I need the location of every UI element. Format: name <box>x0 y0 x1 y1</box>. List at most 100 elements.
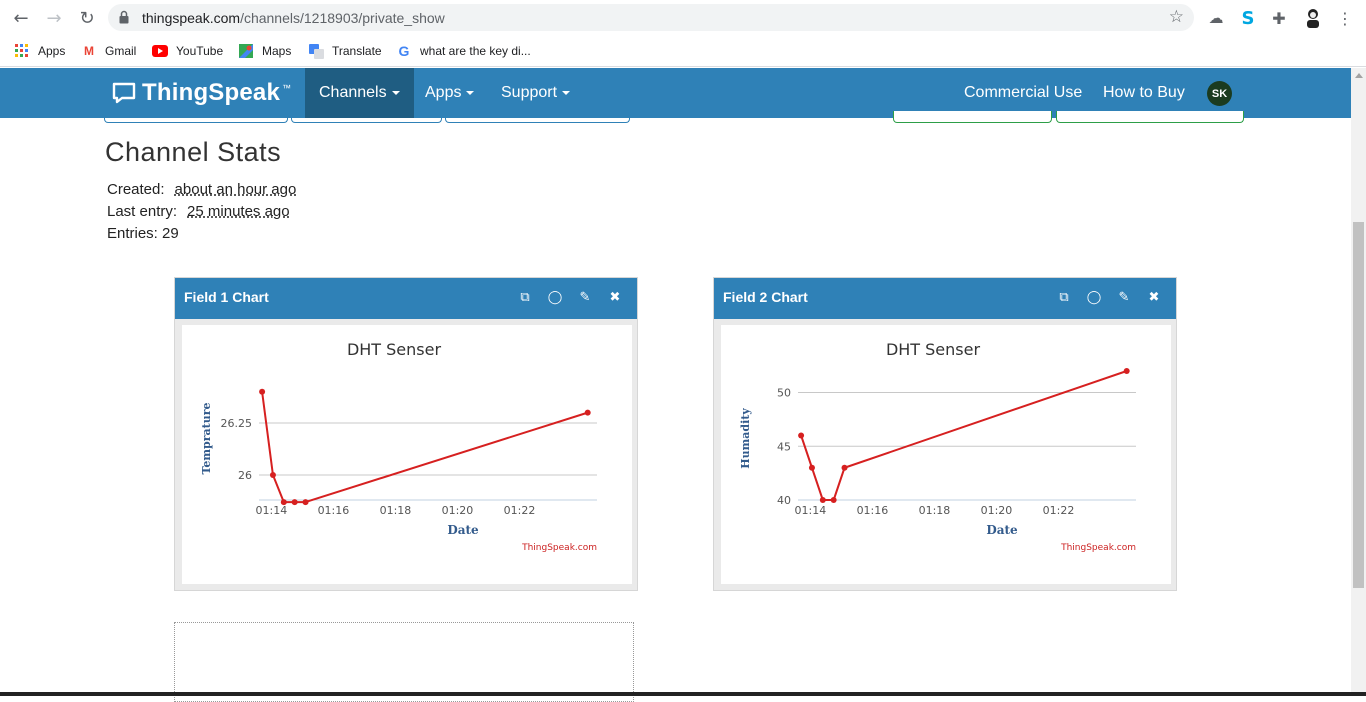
y-tick-label: 40 <box>777 494 791 507</box>
user-avatar[interactable]: SK <box>1207 81 1232 106</box>
x-tick-label: 01:20 <box>442 504 474 517</box>
y-axis-title: Temprature <box>200 402 213 474</box>
address-bar[interactable]: thingspeak.com/channels/1218903/private_… <box>108 4 1194 31</box>
field-2-chart-panel: Field 2 Chart ⧉ ◯ ✎ ✖ DHT Senser 40 45 50 01… <box>713 277 1177 591</box>
bookmark-label: Translate <box>332 44 382 58</box>
series-line <box>800 370 1128 501</box>
bookmark-google-search[interactable]: G what are the key di... <box>396 41 531 61</box>
data-point <box>798 432 805 439</box>
empty-chart-placeholder <box>174 622 634 702</box>
data-point <box>269 472 276 479</box>
partial-button[interactable] <box>445 111 630 123</box>
partial-button[interactable] <box>104 111 288 123</box>
bookmark-apps[interactable]: Apps <box>14 41 65 61</box>
bookmark-label: YouTube <box>176 44 224 58</box>
apps-grid-icon <box>14 43 30 59</box>
bookmark-translate[interactable]: Translate <box>308 41 382 61</box>
browser-menu-icon[interactable]: ⋮ <box>1334 7 1356 29</box>
bookmark-maps[interactable]: Maps <box>238 41 291 61</box>
x-axis-title: Date <box>447 523 479 537</box>
field-1-chart-panel: Field 1 Chart ⧉ ◯ ✎ ✖ DHT Senser 26 26.25 0… <box>174 277 638 591</box>
partial-green-button[interactable] <box>1056 111 1244 123</box>
chart-title: DHT Senser <box>886 340 981 359</box>
y-tick-label: 50 <box>777 387 791 400</box>
panel-header: Field 1 Chart ⧉ ◯ ✎ ✖ <box>175 278 637 319</box>
stat-entries: Entries: 29 <box>107 225 179 242</box>
data-point <box>808 464 815 471</box>
brand-trademark: ™ <box>282 83 292 93</box>
nav-support-label: Support <box>501 84 558 101</box>
panel-header: Field 2 Chart ⧉ ◯ ✎ ✖ <box>714 278 1176 319</box>
translate-icon <box>308 43 324 59</box>
external-link-icon[interactable]: ⧉ <box>1056 288 1072 306</box>
partial-green-button[interactable] <box>893 111 1052 123</box>
chart-credit: ThingSpeak.com <box>521 543 597 553</box>
nav-commercial-use-label: Commercial Use <box>964 84 1083 101</box>
forward-arrow-icon[interactable]: → <box>42 6 66 30</box>
stat-last-entry-label: Last entry: <box>107 203 178 220</box>
close-icon[interactable]: ✖ <box>1146 288 1162 306</box>
nav-apps-label: Apps <box>425 84 462 101</box>
stat-created-label: Created: <box>107 181 165 198</box>
x-axis-title: Date <box>986 523 1018 537</box>
field-1-chart: DHT Senser 26 26.25 01:14 01:16 01:18 01:20 01:… <box>200 340 597 553</box>
chart-title: DHT Senser <box>347 340 442 359</box>
lock-icon <box>119 10 129 24</box>
scrollbar-thumb[interactable] <box>1353 222 1364 588</box>
channel-stats-title: Channel Stats <box>105 137 282 167</box>
dropdown-caret-icon <box>466 91 475 95</box>
stat-created: Created: about an hour ago <box>107 181 296 198</box>
browser-toolbar: ← → ↻ thingspeak.com/channels/1218903/pr… <box>0 0 1366 35</box>
series-line <box>261 391 588 504</box>
x-tick-label: 01:16 <box>318 504 350 517</box>
y-axis-title: Humadity <box>739 408 752 469</box>
nav-channels-label: Channels <box>319 84 387 101</box>
brand-name: ThingSpeak <box>142 79 281 106</box>
data-point <box>830 497 837 503</box>
data-point <box>291 499 298 506</box>
panel-title: Field 1 Chart <box>184 289 269 305</box>
data-point <box>841 464 848 471</box>
panel-title: Field 2 Chart <box>723 289 808 305</box>
x-tick-label: 01:16 <box>857 504 889 517</box>
x-tick-label: 01:14 <box>256 504 288 517</box>
bookmark-youtube[interactable]: YouTube <box>152 41 223 61</box>
extension-s-icon[interactable]: S <box>1237 7 1259 29</box>
bookmark-gmail[interactable]: M Gmail <box>81 41 136 61</box>
external-link-icon[interactable]: ⧉ <box>517 288 533 306</box>
chart-area: DHT Senser 40 45 50 01:14 01:16 01:18 01:20 01:2… <box>721 325 1171 584</box>
x-tick-label: 01:22 <box>1043 504 1075 517</box>
edit-pencil-icon[interactable]: ✎ <box>577 288 593 306</box>
bookmark-star-icon[interactable]: ☆ <box>1169 7 1184 27</box>
bookmark-label: Apps <box>38 44 66 58</box>
data-point <box>259 388 266 395</box>
partial-button[interactable] <box>291 111 442 123</box>
gmail-icon: M <box>84 44 94 58</box>
extension-cloud-icon[interactable]: ☁ <box>1205 7 1227 29</box>
comment-icon[interactable]: ◯ <box>1086 288 1102 306</box>
data-point <box>584 409 591 416</box>
dropdown-caret-icon <box>562 91 571 95</box>
close-icon[interactable]: ✖ <box>607 288 623 306</box>
comment-icon[interactable]: ◯ <box>547 288 563 306</box>
page-scrollbar[interactable] <box>1351 68 1366 696</box>
data-point <box>819 497 826 503</box>
profile-avatar-icon[interactable] <box>1302 7 1324 29</box>
chart-area: DHT Senser 26 26.25 01:14 01:16 01:18 01:20 01:… <box>182 325 632 584</box>
speech-bubble-logo-icon <box>112 82 136 104</box>
y-tick-label: 45 <box>777 440 791 453</box>
dropdown-caret-icon <box>391 91 400 95</box>
edit-pencil-icon[interactable]: ✎ <box>1116 288 1132 306</box>
x-tick-label: 01:14 <box>795 504 827 517</box>
bookmark-label: Maps <box>262 44 292 58</box>
y-tick-label: 26.25 <box>221 417 253 430</box>
stat-last-entry-value: 25 minutes ago <box>187 203 290 220</box>
x-tick-label: 01:22 <box>504 504 536 517</box>
extensions-puzzle-icon[interactable]: ✚ <box>1268 7 1290 29</box>
stat-last-entry: Last entry: 25 minutes ago <box>107 203 290 220</box>
back-arrow-icon[interactable]: ← <box>9 6 33 30</box>
thingspeak-logo[interactable]: ThingSpeak ™ <box>112 77 291 109</box>
bookmark-label: Gmail <box>105 44 137 58</box>
reload-icon[interactable]: ↻ <box>75 6 99 30</box>
scroll-up-arrow-icon[interactable] <box>1355 73 1363 78</box>
